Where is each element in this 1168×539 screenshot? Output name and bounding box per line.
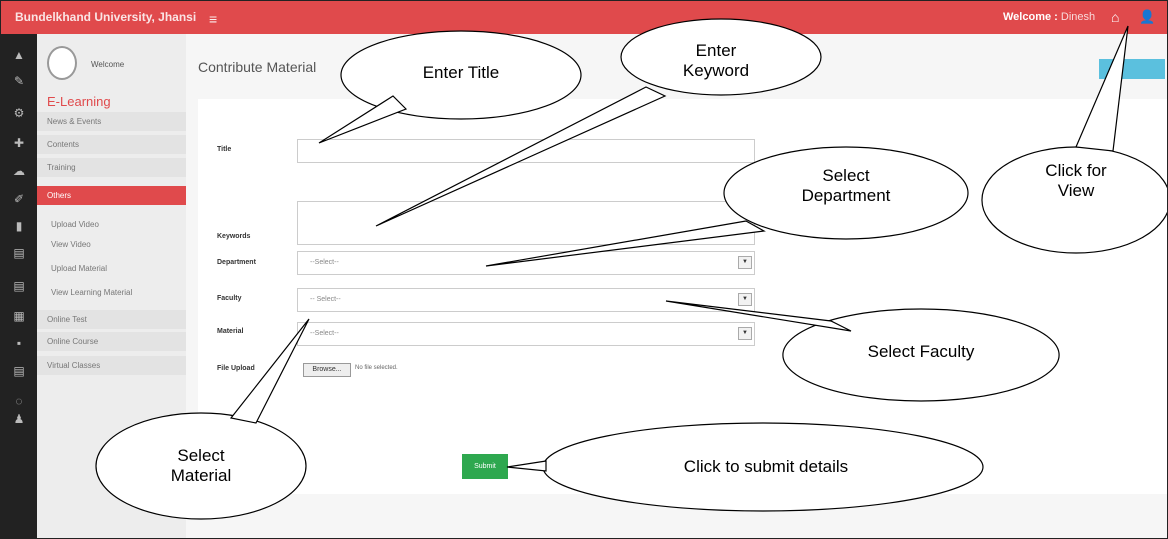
- select-department-pointer: [485, 220, 766, 267]
- select-faculty-callout: Select Faculty: [867, 342, 975, 361]
- app-window: Bundelkhand University, Jhansi ≡ Welcome…: [0, 0, 1168, 539]
- select-faculty-pointer: [665, 300, 852, 332]
- click-for-view-pointer: [1075, 25, 1129, 152]
- click-for-view-callout: Click for View: [1045, 161, 1107, 200]
- select-material-pointer: [229, 318, 310, 424]
- enter-title-pointer: [318, 95, 408, 144]
- click-to-submit-callout: Click to submit details: [683, 457, 849, 476]
- click-to-submit-pointer: [506, 460, 547, 472]
- select-material-callout: Select Material: [170, 446, 232, 485]
- select-department-callout: Select Department: [801, 166, 891, 205]
- enter-title-callout: Enter Title: [422, 63, 500, 82]
- enter-keyword-callout: Enter Keyword: [682, 41, 750, 80]
